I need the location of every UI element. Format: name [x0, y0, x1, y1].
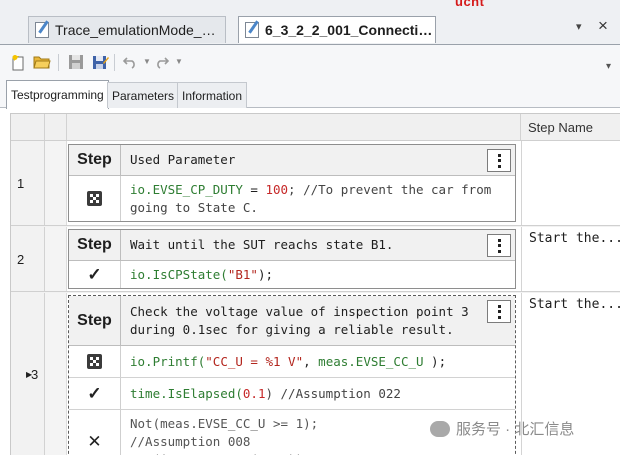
cross-icon: ✕ — [69, 410, 121, 455]
code-token: time.IsElapsed( — [130, 386, 243, 401]
tab-list-dropdown-icon[interactable]: ▾ — [576, 20, 582, 33]
toolbar-separator — [58, 54, 59, 71]
code-token: io.EVSE_CP_DUTY — [130, 182, 243, 197]
step-menu-button[interactable] — [487, 234, 511, 257]
step-block[interactable]: Step Wait until the SUT reachs state B1.… — [68, 229, 516, 289]
code-token: ) //Assumption 022 — [265, 386, 401, 401]
step-description[interactable]: Check the voltage value of inspection po… — [130, 296, 477, 345]
view-tab-bar: Testprogramming Parameters Information — [0, 78, 620, 109]
tab-trace-emulation[interactable]: Trace_emulationMode_Mit... — [28, 16, 226, 43]
code-token: "B1" — [227, 267, 258, 282]
code-token: "CC_U = %1 V" — [205, 354, 304, 369]
code-token: 0.1 — [242, 386, 266, 401]
step-header: Step Check the voltage value of inspecti… — [69, 296, 515, 346]
code-line[interactable]: ✓ time.IsElapsed(0.1) //Assumption 022 — [69, 378, 515, 410]
header-rownum-cell — [11, 114, 45, 140]
code-token: Not(meas.EVSE_CC_U >= 1); //Assumption 0… — [130, 416, 319, 455]
code-text[interactable]: time.IsElapsed(0.1) //Assumption 022 — [130, 378, 515, 409]
tab-information[interactable]: Information — [177, 82, 248, 108]
undo-icon[interactable] — [120, 52, 140, 72]
step-name-cell[interactable] — [521, 141, 620, 225]
step-description[interactable]: Used Parameter — [130, 145, 477, 175]
save-as-icon[interactable] — [90, 52, 110, 72]
tab-title: 6_3_2_2_001_Connection c... — [265, 22, 435, 38]
code-line[interactable]: io.EVSE_CP_DUTY = 100; //To prevent the … — [69, 176, 515, 221]
redo-icon[interactable] — [152, 52, 172, 72]
step-block[interactable]: Step Used Parameter io.EVSE_CP_DUTY = 10… — [68, 144, 516, 222]
test-program-grid: Step Name 1 Step Used Parameter io.EVSE_… — [10, 113, 620, 455]
toolbar-overflow-icon[interactable]: ▾ — [606, 61, 611, 72]
check-icon: ✓ — [69, 378, 121, 409]
step-label: Step — [69, 145, 121, 175]
test-file-icon — [245, 22, 259, 38]
toolbar: ▼ ▼ ▾ — [0, 44, 620, 78]
new-file-icon[interactable] — [8, 52, 28, 72]
current-row-arrow-icon: ▶ — [26, 369, 33, 379]
wechat-icon — [430, 420, 450, 437]
row-indicator — [45, 141, 67, 225]
row-indicator — [45, 227, 67, 291]
code-token: ); — [423, 354, 447, 369]
watermark-text: 服务号 · 北汇信息 — [456, 421, 575, 438]
step-menu-button[interactable] — [487, 149, 511, 172]
row-indicator — [45, 293, 67, 455]
code-token: meas.EVSE_CC_U — [318, 354, 424, 369]
open-folder-icon[interactable] — [32, 52, 52, 72]
tab-parameters[interactable]: Parameters — [107, 82, 180, 108]
row-number: ▶ 3 — [11, 293, 45, 455]
code-line[interactable]: io.Printf("CC_U = %1 V", meas.EVSE_CC_U … — [69, 346, 515, 378]
row-number: 2 — [11, 227, 45, 291]
document-tab-strip: ucht Trace_emulationMode_Mit... 6_3_2_2_… — [0, 0, 620, 44]
step-header: Step Wait until the SUT reachs state B1. — [69, 230, 515, 261]
action-icon — [69, 176, 121, 221]
undo-dropdown-icon[interactable]: ▼ — [143, 57, 151, 66]
grid-header: Step Name — [11, 114, 620, 141]
code-text[interactable]: io.Printf("CC_U = %1 V", meas.EVSE_CC_U … — [130, 346, 515, 377]
code-token: , — [303, 354, 319, 369]
redo-dropdown-icon[interactable]: ▼ — [175, 57, 183, 66]
column-header-step-name[interactable]: Step Name — [521, 114, 620, 140]
code-token: io.IsCPState( — [130, 267, 228, 282]
code-token: io.Printf( — [130, 354, 206, 369]
code-text[interactable]: io.EVSE_CP_DUTY = 100; //To prevent the … — [130, 176, 515, 221]
code-line[interactable]: ✓ io.IsCPState("B1"); — [69, 261, 515, 288]
code-token: = — [242, 182, 266, 197]
code-token: ); — [257, 267, 274, 282]
action-icon — [69, 346, 121, 377]
code-text[interactable]: io.IsCPState("B1"); — [130, 261, 515, 288]
table-row[interactable]: 2 Step Wait until the SUT reachs state B… — [11, 227, 620, 292]
save-icon[interactable] — [66, 52, 86, 72]
header-indicator-cell — [45, 114, 67, 140]
table-row[interactable]: 1 Step Used Parameter io.EVSE_CP_DUTY = … — [11, 141, 620, 226]
step-name-cell[interactable]: Start the... — [521, 227, 620, 291]
brand-logo-text: ucht — [455, 0, 485, 9]
step-label: Step — [69, 230, 121, 260]
step-menu-button[interactable] — [487, 300, 511, 323]
header-steps-cell — [67, 114, 521, 140]
toolbar-separator — [114, 54, 115, 71]
tab-title: Trace_emulationMode_Mit... — [55, 22, 225, 38]
close-tab-icon[interactable]: × — [598, 16, 608, 36]
test-file-icon — [35, 22, 49, 38]
watermark: 服务号 · 北汇信息 — [430, 418, 574, 439]
tab-testprogramming[interactable]: Testprogramming — [6, 80, 109, 109]
step-header: Step Used Parameter — [69, 145, 515, 176]
row-number: 1 — [11, 141, 45, 225]
check-icon: ✓ — [69, 261, 121, 288]
step-label: Step — [69, 296, 121, 345]
tab-connection-test[interactable]: 6_3_2_2_001_Connection c... — [238, 16, 436, 43]
step-description[interactable]: Wait until the SUT reachs state B1. — [130, 230, 477, 260]
code-token: 100 — [265, 182, 289, 197]
